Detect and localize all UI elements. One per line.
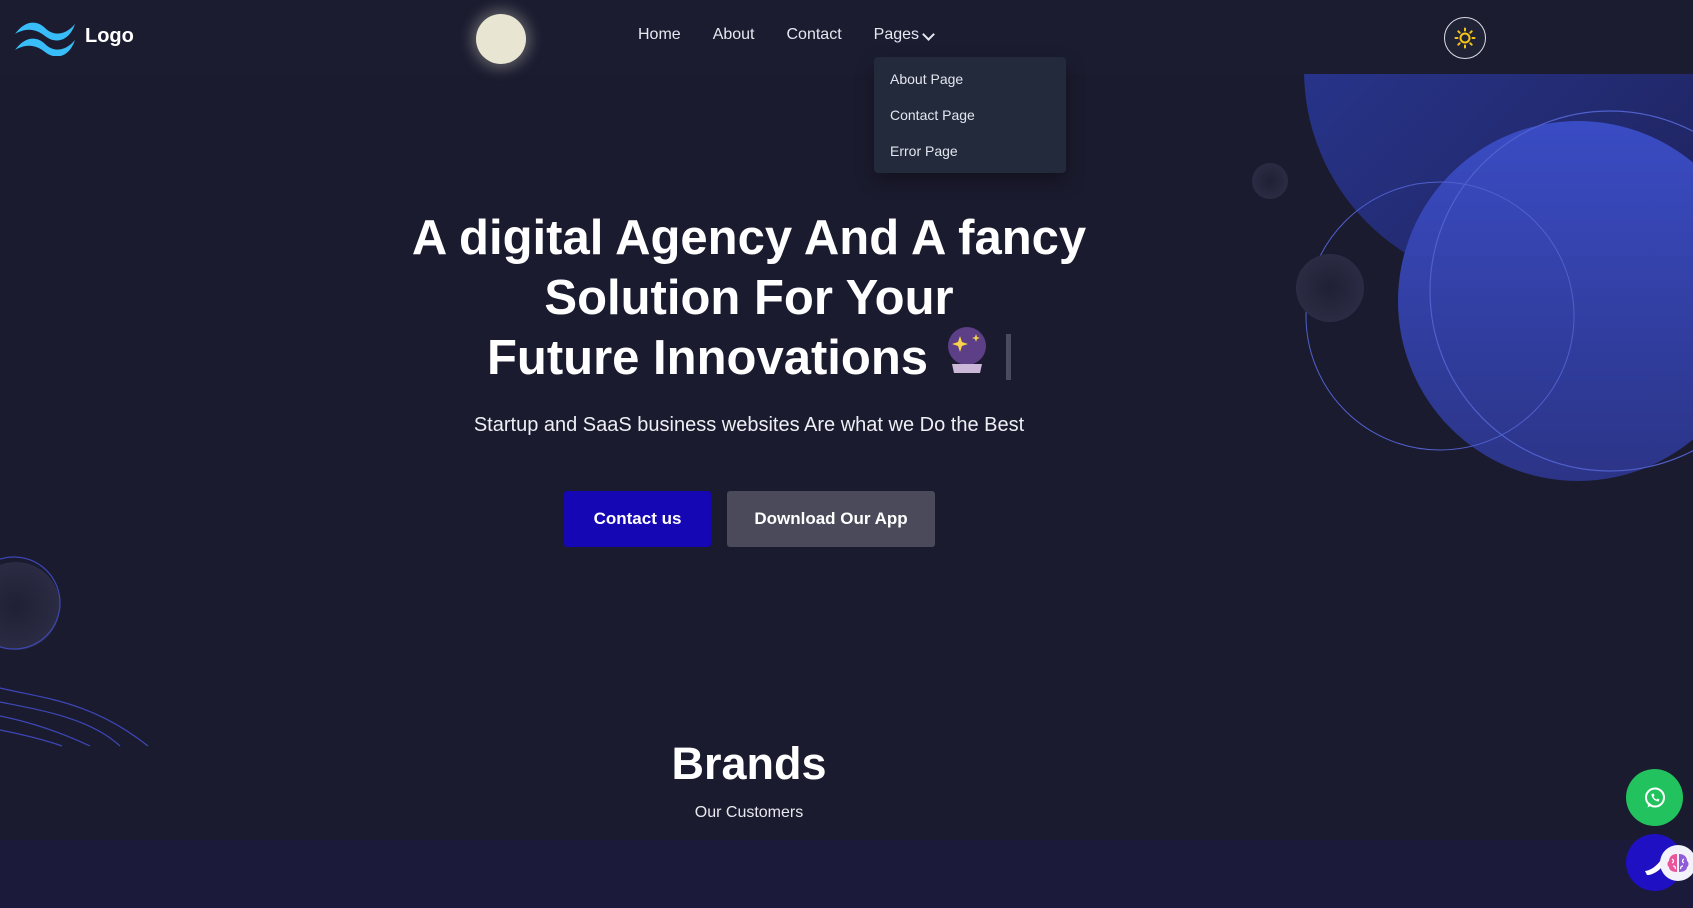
hero-title-line-1: A digital Agency And A fancy	[411, 211, 1087, 265]
moon-icon	[476, 14, 526, 64]
main-nav: Home About Contact Pages	[638, 26, 935, 44]
dropdown-item-about-page[interactable]: About Page	[890, 71, 963, 87]
hero-subtitle: Startup and SaaS business websites Are w…	[473, 414, 1025, 436]
hero-title-line-2: Solution For Your	[544, 271, 954, 325]
dropdown-item-error-page[interactable]: Error Page	[890, 143, 958, 159]
brands-title: Brands	[671, 738, 827, 789]
typing-cursor	[1006, 334, 1011, 381]
logo[interactable]: Logo	[13, 16, 134, 56]
nav-pages-label: Pages	[873, 26, 920, 43]
nav-home[interactable]: Home	[638, 26, 681, 44]
theme-toggle-button[interactable]	[1444, 17, 1486, 59]
wave-logo-icon	[15, 22, 75, 56]
logo-text: Logo	[85, 24, 134, 47]
brands-section-band	[0, 840, 1693, 908]
landing-page: Logo Home About Contact Pages About Page…	[0, 0, 1693, 908]
hero-title-line-3-wrap: Future Innovations	[346, 326, 1152, 388]
dropdown-item-contact-page[interactable]: Contact Page	[890, 107, 975, 123]
crystal-ball-icon	[944, 326, 990, 388]
sun-icon	[1454, 27, 1476, 49]
whatsapp-icon	[1644, 787, 1665, 807]
pages-dropdown-menu: About Page Contact Page Error Page	[874, 57, 1066, 173]
brain-icon	[1667, 854, 1689, 872]
chevron-down-icon	[922, 27, 935, 41]
nav-pages[interactable]: Pages	[873, 26, 935, 44]
nav-contact[interactable]: Contact	[787, 26, 842, 44]
download-app-button[interactable]: Download Our App	[727, 491, 935, 547]
nav-about[interactable]: About	[713, 26, 755, 44]
hero-title: A digital Agency And A fancy Solution Fo…	[346, 208, 1152, 388]
brands-subtitle: Our Customers	[694, 804, 804, 821]
contact-us-button[interactable]: Contact us	[564, 491, 711, 547]
hero-title-line-3: Future Innovations	[487, 331, 928, 385]
whatsapp-button[interactable]	[1626, 769, 1683, 826]
brain-button[interactable]	[1660, 845, 1693, 881]
